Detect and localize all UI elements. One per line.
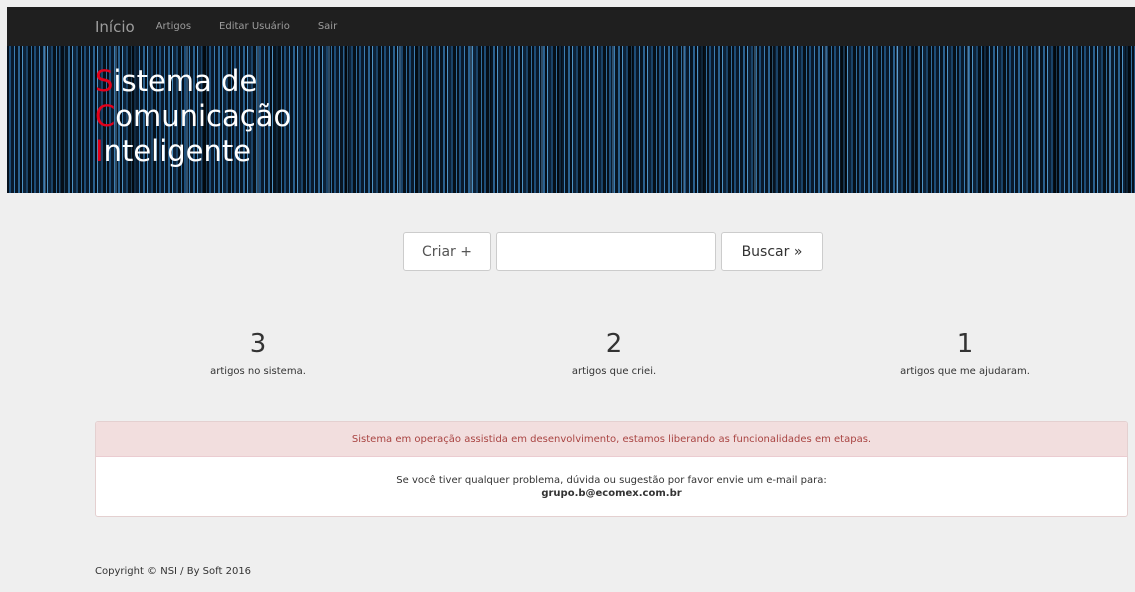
search-button[interactable]: Buscar » <box>721 232 823 271</box>
top-navbar: Início Artigos Editar Usuário Sair <box>7 7 1135 46</box>
create-button[interactable]: Criar + <box>403 232 491 271</box>
search-input[interactable] <box>496 232 716 271</box>
header-banner: Sistema de Comunicação Inteligente <box>7 46 1135 193</box>
nav-articles-link[interactable]: Artigos <box>156 21 191 32</box>
contact-email: grupo.b@ecomex.com.br <box>541 488 682 499</box>
nav-logout-link[interactable]: Sair <box>318 21 337 32</box>
stat-helpful-articles: 1 artigos que me ajudaram. <box>815 328 1115 377</box>
stat-my-articles: 2 artigos que criei. <box>464 328 764 377</box>
notice-heading: Sistema em operação assistida em desenvo… <box>96 422 1127 457</box>
stat-label: artigos que me ajudaram. <box>900 366 1030 377</box>
footer-copyright: Copyright © NSI / By Soft 2016 <box>95 566 252 577</box>
site-title-line-3: Inteligente <box>95 134 252 168</box>
notice-body: Se você tiver qualquer problema, dúvida … <box>96 457 1127 500</box>
search-bar: Criar + Buscar » <box>403 232 823 271</box>
stat-total-articles: 3 artigos no sistema. <box>108 328 408 377</box>
stat-value: 2 <box>605 329 623 359</box>
stat-label: artigos que criei. <box>571 366 657 377</box>
nav-edit-user-link[interactable]: Editar Usuário <box>219 21 290 32</box>
notice-panel: Sistema em operação assistida em desenvo… <box>95 421 1128 517</box>
nav-home-link[interactable]: Início <box>95 18 135 36</box>
site-title-line-2: Comunicação <box>95 99 292 133</box>
site-title-line-1: Sistema de <box>95 64 258 98</box>
stat-value: 3 <box>249 329 267 359</box>
stat-value: 1 <box>956 329 974 359</box>
stat-label: artigos no sistema. <box>210 366 306 377</box>
notice-message: Se você tiver qualquer problema, dúvida … <box>396 475 827 486</box>
site-title: Sistema de Comunicação Inteligente <box>95 64 291 169</box>
